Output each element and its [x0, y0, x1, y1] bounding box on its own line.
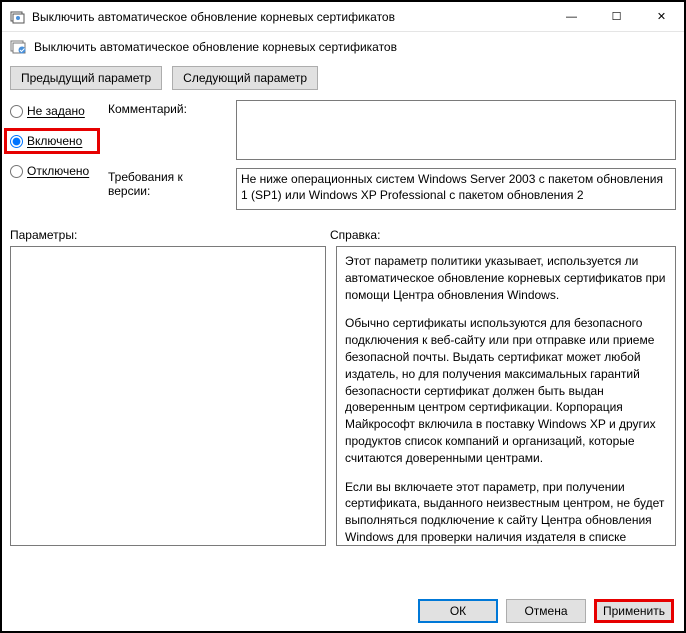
help-label: Справка: — [330, 228, 676, 242]
window-controls: — ☐ ✕ — [549, 2, 684, 31]
radio-disabled-label: Отключено — [27, 164, 89, 178]
policy-icon — [10, 9, 26, 25]
apply-button[interactable]: Применить — [594, 599, 674, 623]
prev-setting-button[interactable]: Предыдущий параметр — [10, 66, 162, 90]
radio-not-configured[interactable]: Не задано — [10, 104, 100, 118]
radio-enabled-highlight: Включено — [4, 128, 100, 154]
comment-input[interactable] — [236, 100, 676, 160]
upper-area: Не задано Включено Отключено Комментарий… — [2, 100, 684, 218]
help-pane[interactable]: Этот параметр политики указывает, исполь… — [336, 246, 676, 546]
nav-row: Предыдущий параметр Следующий параметр — [2, 62, 684, 100]
help-paragraph-1: Этот параметр политики указывает, исполь… — [345, 253, 671, 303]
requirements-label: Требования к версии: — [108, 168, 228, 210]
radio-not-configured-input[interactable] — [10, 105, 23, 118]
minimize-button[interactable]: — — [549, 2, 594, 31]
radio-enabled-label: Включено — [27, 134, 82, 148]
close-button[interactable]: ✕ — [639, 2, 684, 31]
ok-button[interactable]: ОК — [418, 599, 498, 623]
next-setting-button[interactable]: Следующий параметр — [172, 66, 318, 90]
radio-disabled-input[interactable] — [10, 165, 23, 178]
fields-column: Комментарий: Требования к версии: Не ниж… — [108, 100, 676, 218]
params-label: Параметры: — [10, 228, 330, 242]
titlebar: Выключить автоматическое обновление корн… — [2, 2, 684, 32]
subtitle-text: Выключить автоматическое обновление корн… — [34, 40, 397, 54]
comment-label: Комментарий: — [108, 100, 228, 160]
policy-sub-icon — [10, 38, 28, 56]
cancel-button[interactable]: Отмена — [506, 599, 586, 623]
radio-disabled[interactable]: Отключено — [10, 164, 100, 178]
subtitle-row: Выключить автоматическое обновление корн… — [2, 32, 684, 62]
comment-row: Комментарий: — [108, 100, 676, 160]
radio-enabled-input[interactable] — [10, 135, 23, 148]
window-title: Выключить автоматическое обновление корн… — [32, 10, 549, 24]
radio-enabled[interactable]: Включено — [10, 134, 91, 148]
requirements-row: Требования к версии: Не ниже операционны… — [108, 168, 676, 210]
radio-not-configured-label: Не задано — [27, 104, 85, 118]
dialog-buttons: ОК Отмена Применить — [418, 599, 674, 623]
lower-labels: Параметры: Справка: — [2, 218, 684, 246]
help-paragraph-3: Если вы включаете этот параметр, при пол… — [345, 479, 671, 546]
radio-column: Не задано Включено Отключено — [10, 100, 100, 218]
requirements-box[interactable]: Не ниже операционных систем Windows Serv… — [236, 168, 676, 210]
params-pane[interactable] — [10, 246, 326, 546]
lower-panes: Этот параметр политики указывает, исполь… — [2, 246, 684, 546]
maximize-button[interactable]: ☐ — [594, 2, 639, 31]
help-paragraph-2: Обычно сертификаты используются для безо… — [345, 315, 671, 466]
